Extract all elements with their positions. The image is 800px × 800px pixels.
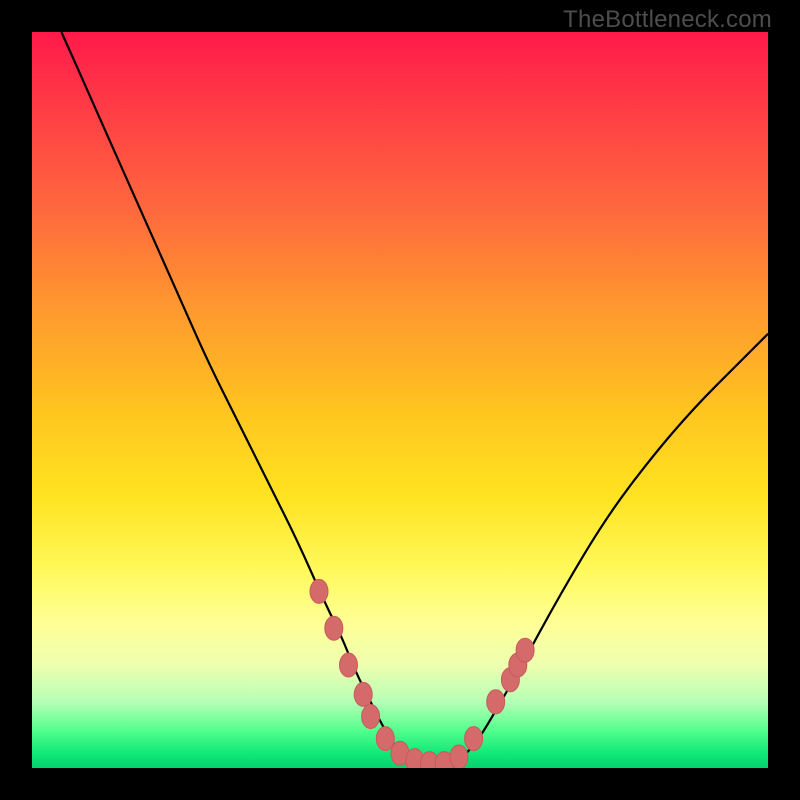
curve-marker (487, 690, 505, 714)
curve-marker (354, 682, 372, 706)
curve-marker (340, 653, 358, 677)
chart-frame: TheBottleneck.com (0, 0, 800, 800)
curve-marker (362, 705, 380, 729)
bottleneck-curve (61, 32, 768, 764)
curve-markers (310, 579, 534, 768)
curve-layer (32, 32, 768, 768)
curve-marker (465, 727, 483, 751)
curve-marker (450, 745, 468, 768)
plot-area (32, 32, 768, 768)
curve-marker (325, 616, 343, 640)
curve-marker (516, 638, 534, 662)
curve-marker (376, 727, 394, 751)
watermark-text: TheBottleneck.com (563, 6, 772, 34)
curve-marker (310, 579, 328, 603)
